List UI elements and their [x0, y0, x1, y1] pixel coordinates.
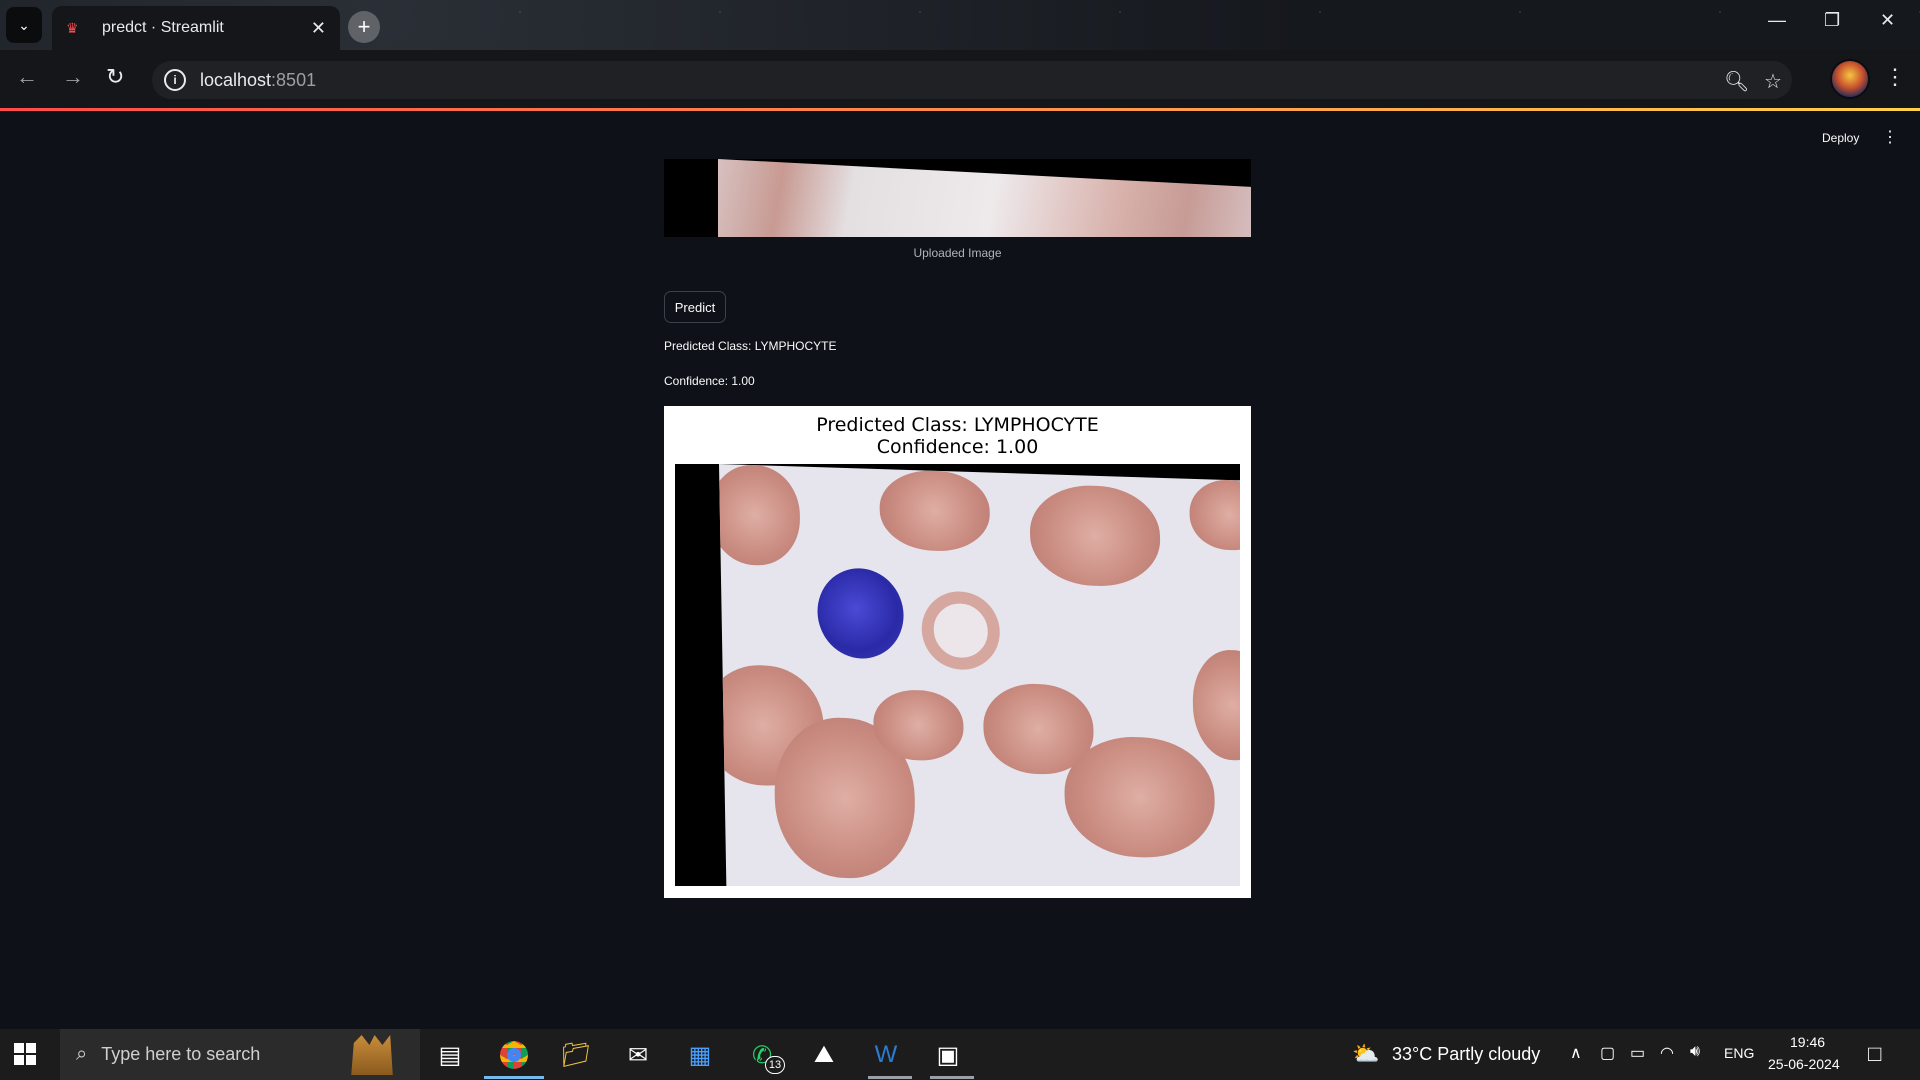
- browser-menu-icon[interactable]: ⋮: [1884, 64, 1906, 90]
- search-placeholder: Type here to search: [101, 1044, 261, 1064]
- search-highlight-icon: [351, 1035, 393, 1075]
- search-icon: ⌕: [76, 1043, 88, 1065]
- profile-avatar[interactable]: [1830, 59, 1870, 99]
- streamlit-app: Deploy ⋮ Uploaded Image Predict Predicte…: [0, 111, 1920, 1029]
- plus-icon: +: [357, 14, 371, 39]
- chevron-down-icon: ⌄: [18, 16, 30, 33]
- terminal-icon[interactable]: ▣: [930, 1037, 966, 1073]
- red-blood-cell: [1063, 734, 1216, 860]
- url-port: :8501: [271, 69, 317, 90]
- windows-taskbar: ⌕ Type here to search ▤ 📁︎ ✉ ▦ ✆ 13 ⛰ W …: [0, 1029, 1920, 1080]
- new-tab-button[interactable]: +: [348, 11, 380, 43]
- red-blood-cell: [1191, 648, 1240, 762]
- uploaded-image: [664, 159, 1251, 237]
- figure-title: Predicted Class: LYMPHOCYTE Confidence: …: [664, 414, 1251, 458]
- terminal-open-indicator: [930, 1076, 974, 1079]
- url-host: localhost: [200, 69, 272, 90]
- back-arrow-icon[interactable]: ←: [16, 64, 38, 90]
- forward-arrow-icon[interactable]: →: [62, 64, 84, 90]
- weather-icon[interactable]: ⛅: [1352, 1041, 1379, 1067]
- browser-toolbar: ← → ↻ i localhost :8501 🔍︎ ☆ ⋮: [0, 50, 1920, 108]
- red-blood-cell: [719, 464, 801, 567]
- clock-time[interactable]: 19:46: [1790, 1034, 1825, 1050]
- image-caption: Uploaded Image: [913, 246, 1002, 260]
- tab-list-button[interactable]: ⌄: [6, 7, 42, 43]
- tab-close-icon[interactable]: ✕: [311, 18, 326, 39]
- battery-icon[interactable]: ▭: [1630, 1043, 1645, 1063]
- restore-window-button[interactable]: ❐: [1824, 10, 1840, 31]
- meet-icon[interactable]: ▢: [1600, 1043, 1615, 1063]
- windows-start-icon[interactable]: [14, 1043, 36, 1065]
- file-explorer-icon[interactable]: 📁︎: [558, 1037, 594, 1073]
- tray-chevron-up-icon[interactable]: ∧: [1570, 1043, 1582, 1063]
- word-icon[interactable]: W: [868, 1037, 904, 1073]
- word-open-indicator: [868, 1076, 912, 1079]
- zoom-icon[interactable]: 🔍︎: [1724, 69, 1749, 94]
- figure-title-confidence: Confidence: 1.00: [876, 436, 1039, 458]
- taskbar-search[interactable]: ⌕ Type here to search: [60, 1029, 420, 1080]
- wifi-icon[interactable]: ◠: [1660, 1043, 1674, 1063]
- reload-icon[interactable]: ↻: [106, 64, 124, 90]
- uploaded-image-content: [718, 159, 1251, 237]
- volume-icon[interactable]: 🔊︎: [1690, 1043, 1700, 1061]
- tab-title: predct · Streamlit: [102, 19, 224, 36]
- red-blood-cell: [1029, 483, 1161, 588]
- browser-tab-active[interactable]: ♛ predct · Streamlit ✕: [52, 6, 340, 50]
- notification-icon[interactable]: □: [1868, 1041, 1881, 1067]
- store-icon[interactable]: ▦: [682, 1037, 718, 1073]
- red-blood-cell: [879, 469, 991, 553]
- chrome-active-indicator: [484, 1076, 544, 1079]
- mail-icon[interactable]: ✉: [620, 1037, 656, 1073]
- streamlit-favicon-icon: ♛: [66, 19, 79, 36]
- weather-text[interactable]: 33°C Partly cloudy: [1392, 1044, 1540, 1065]
- site-info-icon[interactable]: i: [164, 69, 186, 91]
- language-indicator[interactable]: ENG: [1724, 1045, 1754, 1061]
- smear-content: [719, 464, 1240, 886]
- photos-icon[interactable]: ⛰: [806, 1037, 842, 1073]
- blood-smear-image: [675, 464, 1240, 886]
- address-bar[interactable]: i localhost :8501 🔍︎ ☆: [152, 61, 1792, 99]
- prediction-figure: Predicted Class: LYMPHOCYTE Confidence: …: [664, 406, 1251, 898]
- red-blood-cell: [1189, 478, 1240, 552]
- browser-tabstrip: ⌄ ♛ predct · Streamlit ✕ + — ❐ ✕: [0, 0, 1920, 50]
- close-window-button[interactable]: ✕: [1880, 10, 1895, 31]
- figure-title-class: Predicted Class: LYMPHOCYTE: [816, 414, 1099, 436]
- deploy-button[interactable]: Deploy: [1822, 131, 1859, 145]
- whatsapp-badge: 13: [765, 1056, 785, 1074]
- chrome-icon[interactable]: [496, 1037, 532, 1073]
- predict-button[interactable]: Predict: [664, 291, 726, 323]
- confidence-text: Confidence: 1.00: [664, 374, 755, 388]
- clock-date[interactable]: 25-06-2024: [1768, 1056, 1840, 1072]
- app-menu-icon[interactable]: ⋮: [1882, 127, 1898, 147]
- minimize-window-button[interactable]: —: [1768, 10, 1786, 31]
- lymphocyte-cell: [816, 567, 905, 660]
- bookmark-star-icon[interactable]: ☆: [1764, 69, 1782, 94]
- task-view-icon[interactable]: ▤: [432, 1037, 468, 1073]
- red-blood-cell-ring: [921, 590, 1001, 671]
- predicted-class-text: Predicted Class: LYMPHOCYTE: [664, 339, 837, 353]
